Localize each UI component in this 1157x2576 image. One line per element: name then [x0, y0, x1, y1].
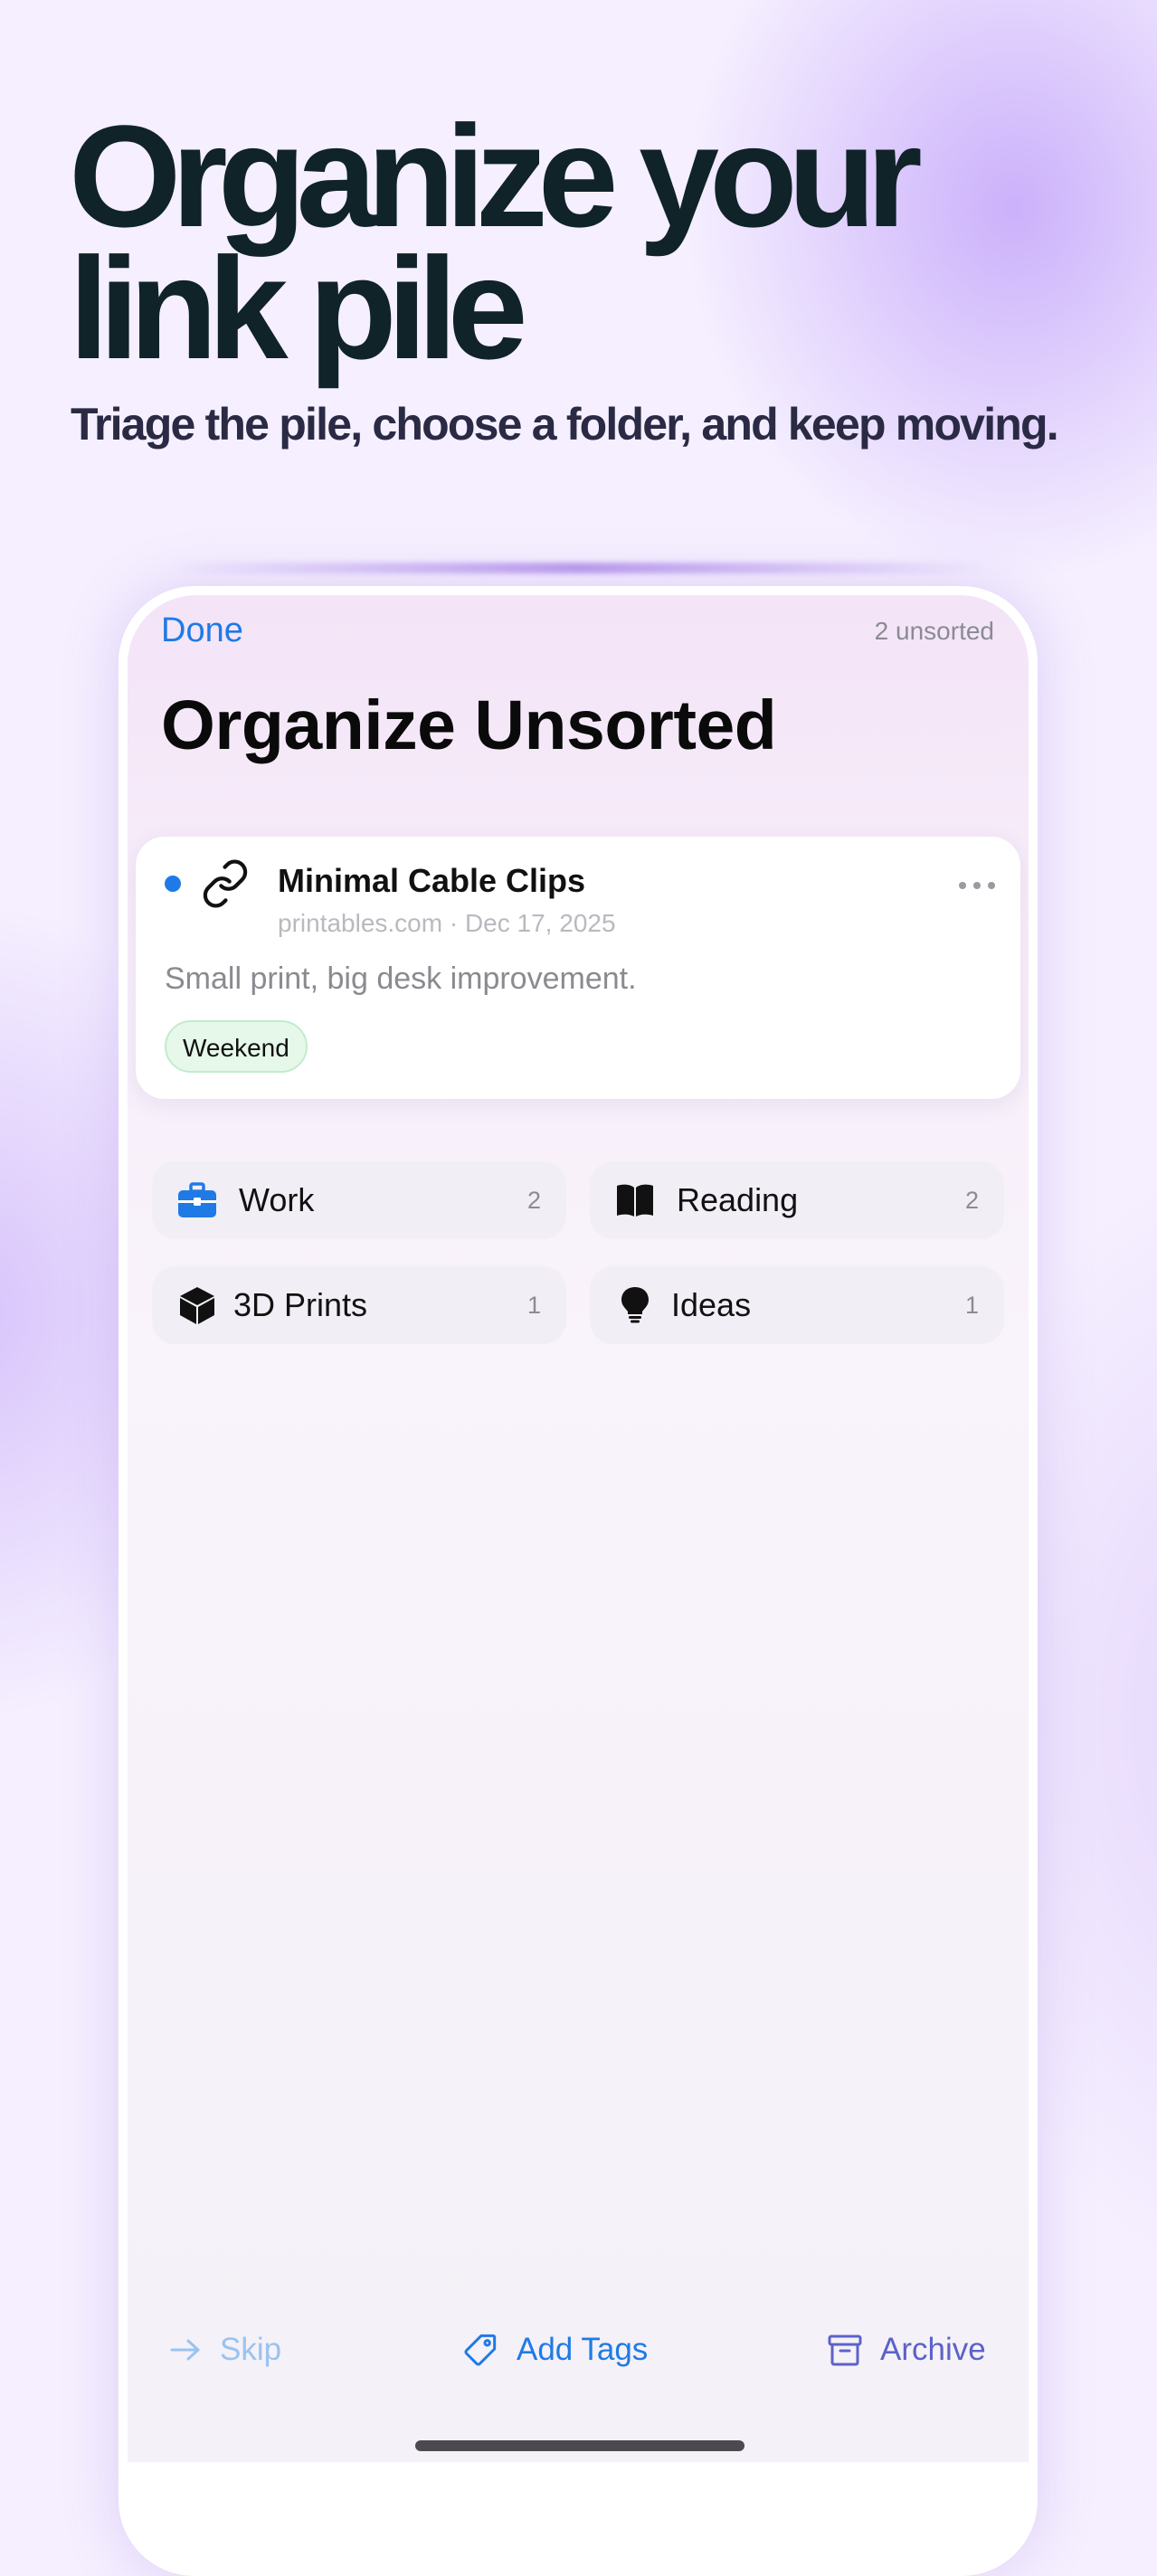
hero-headline: Organize your link pile — [69, 95, 923, 389]
phone-frame: Done 2 unsorted Organize Unsorted Minima… — [119, 586, 1038, 2576]
arrow-right-icon — [170, 2339, 200, 2361]
briefcase-icon — [178, 1182, 216, 1217]
folder-ideas[interactable]: Ideas 1 — [590, 1266, 1004, 1344]
screen-title: Organize Unsorted — [161, 687, 777, 764]
skip-label: Skip — [220, 2332, 282, 2367]
more-options-icon[interactable] — [957, 876, 997, 895]
link-note: Small print, big desk improvement. — [165, 961, 637, 996]
folder-name: Work — [239, 1181, 315, 1218]
add-tags-button[interactable]: Add Tags — [462, 2323, 648, 2377]
folder-count: 1 — [526, 1292, 541, 1319]
link-meta: printables.com · Dec 17, 2025 — [278, 909, 616, 937]
cube-icon — [180, 1287, 214, 1324]
folder-count: 2 — [526, 1187, 541, 1214]
folder-count: 2 — [964, 1187, 979, 1214]
tag-pill-weekend[interactable]: Weekend — [165, 1020, 308, 1073]
folder-name: Reading — [677, 1181, 799, 1218]
folder-name: Ideas — [671, 1286, 752, 1323]
unsorted-count: 2 unsorted — [874, 617, 994, 645]
folder-3d-prints[interactable]: 3D Prints 1 — [152, 1266, 566, 1344]
home-indicator — [415, 2440, 744, 2451]
link-icon — [203, 859, 248, 908]
app-screen: Done 2 unsorted Organize Unsorted Minima… — [128, 595, 1029, 2462]
tag-icon — [464, 2334, 497, 2366]
done-button[interactable]: Done — [161, 611, 243, 650]
link-title: Minimal Cable Clips — [278, 862, 586, 899]
archive-button[interactable]: Archive — [828, 2323, 986, 2377]
add-tags-label: Add Tags — [517, 2332, 649, 2367]
hero-subheadline: Triage the pile, choose a folder, and ke… — [71, 399, 1059, 450]
phone-reflection — [172, 563, 986, 573]
folder-name: 3D Prints — [233, 1286, 368, 1323]
folder-count: 1 — [964, 1292, 979, 1319]
skip-button[interactable]: Skip — [169, 2323, 281, 2377]
link-card[interactable]: Minimal Cable Clips printables.com · Dec… — [136, 837, 1020, 1099]
lightbulb-icon — [621, 1287, 649, 1323]
book-icon — [617, 1184, 653, 1217]
folder-reading[interactable]: Reading 2 — [590, 1161, 1004, 1239]
folder-work[interactable]: Work 2 — [152, 1161, 566, 1239]
archive-box-icon — [828, 2334, 862, 2366]
unread-dot — [165, 876, 181, 892]
archive-label: Archive — [880, 2332, 986, 2367]
